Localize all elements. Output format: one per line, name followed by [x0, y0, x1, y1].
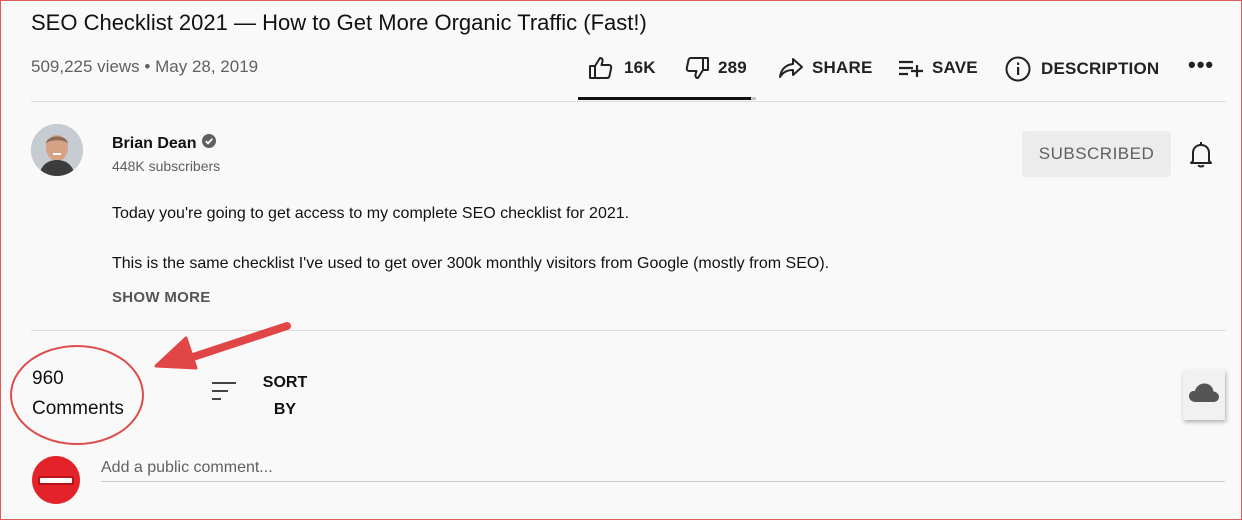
- sort-by-button[interactable]: SORT BY: [262, 369, 308, 423]
- sort-icon[interactable]: [212, 380, 238, 407]
- thumbs-down-icon: [684, 56, 710, 80]
- comment-input[interactable]: [101, 455, 1225, 482]
- save-label: SAVE: [932, 58, 978, 77]
- cloud-icon: [1188, 382, 1220, 409]
- channel-avatar[interactable]: [31, 124, 83, 176]
- sort-label-line1: SORT: [262, 374, 308, 391]
- upload-date: May 28, 2019: [155, 57, 259, 76]
- sentiment-fill: [578, 97, 751, 100]
- description-line-2: This is the same checklist I've used to …: [112, 255, 830, 272]
- divider-top: [31, 101, 1226, 102]
- subscribed-button[interactable]: SUBSCRIBED: [1022, 131, 1171, 177]
- verified-icon: [202, 134, 217, 153]
- channel-name[interactable]: Brian Dean: [112, 135, 196, 153]
- sort-label-line2: BY: [273, 401, 297, 418]
- view-count: 509,225 views: [31, 57, 140, 76]
- video-meta: 509,225 views • May 28, 2019: [31, 57, 258, 77]
- show-more-button[interactable]: SHOW MORE: [112, 289, 211, 306]
- more-icon[interactable]: •••: [1188, 52, 1214, 78]
- description-label: DESCRIPTION: [1041, 59, 1160, 78]
- like-count: 16K: [624, 58, 656, 77]
- annotation-circle: [10, 345, 144, 445]
- share-button[interactable]: SHARE: [778, 56, 873, 80]
- dislike-button[interactable]: 289: [684, 56, 747, 80]
- like-button[interactable]: 16K: [588, 56, 656, 80]
- save-playlist-icon: [898, 56, 924, 80]
- dislike-count: 289: [718, 58, 747, 77]
- share-icon: [778, 56, 804, 80]
- avatar-bar: [38, 476, 74, 485]
- thumbs-up-icon: [588, 56, 614, 80]
- info-icon: [1005, 56, 1031, 82]
- cloud-button[interactable]: [1183, 370, 1225, 420]
- save-button[interactable]: SAVE: [898, 56, 978, 80]
- meta-separator: •: [144, 57, 151, 76]
- sentiment-bar: [578, 97, 756, 100]
- share-label: SHARE: [812, 58, 873, 77]
- description-line-1: Today you're going to get access to my c…: [112, 205, 630, 222]
- bell-icon[interactable]: [1188, 141, 1214, 174]
- description-button[interactable]: DESCRIPTION: [1005, 56, 1159, 82]
- user-avatar: [32, 456, 80, 504]
- video-title: SEO Checklist 2021 — How to Get More Org…: [31, 10, 647, 35]
- subscriber-count: 448K subscribers: [112, 158, 221, 174]
- channel-name-row: Brian Dean: [112, 134, 217, 153]
